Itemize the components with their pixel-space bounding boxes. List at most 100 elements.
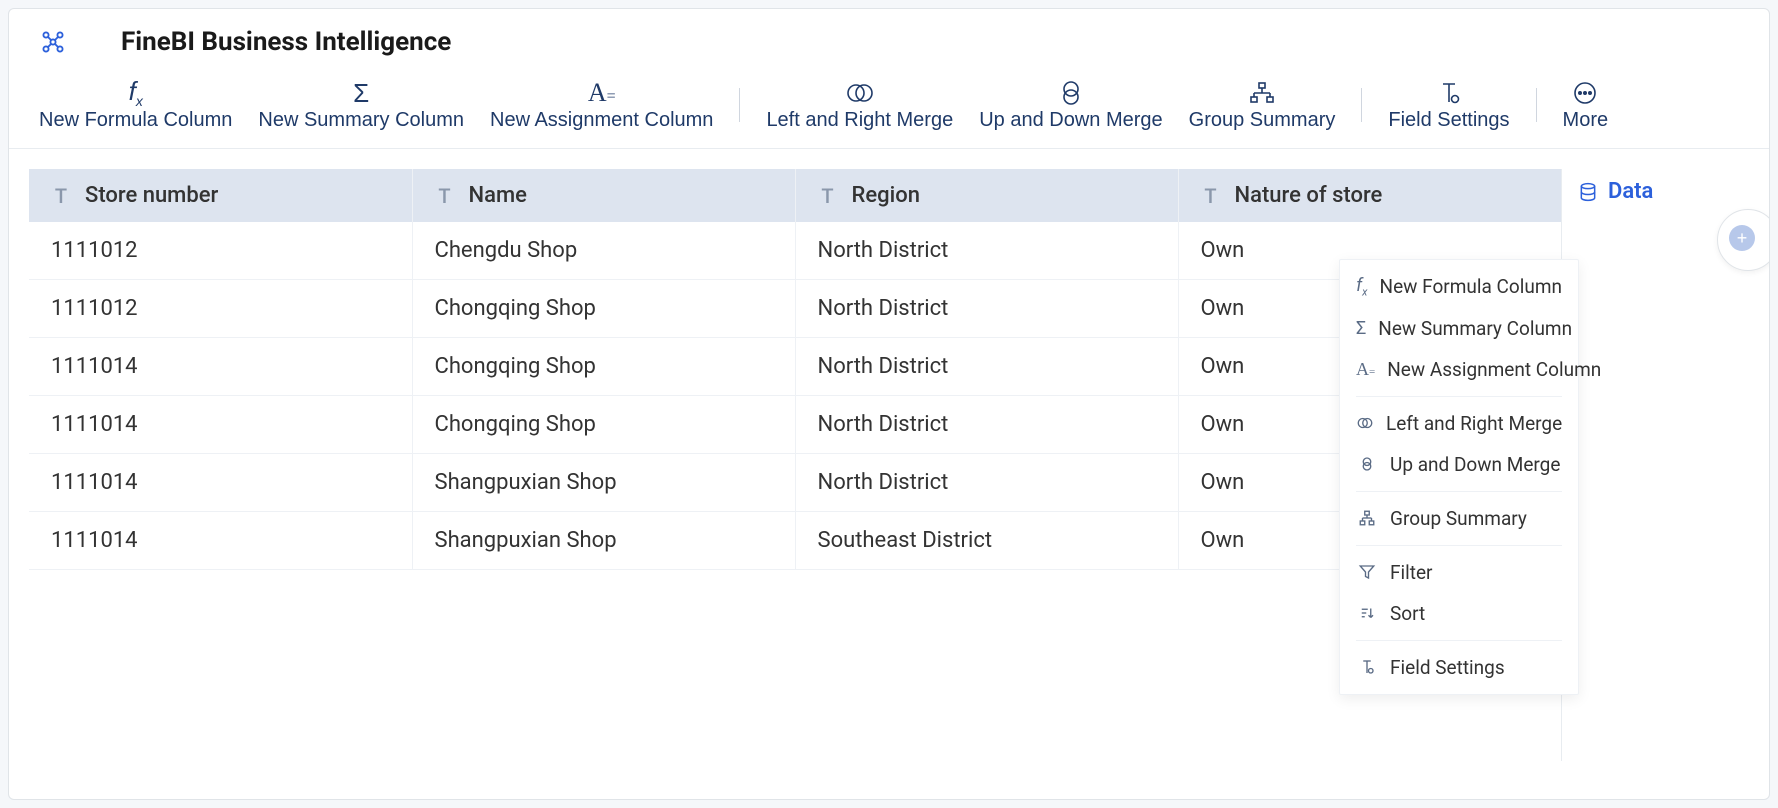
table-cell: Southeast District <box>795 512 1178 570</box>
context-menu-separator <box>1356 396 1562 397</box>
tree-icon <box>1356 509 1378 527</box>
side-panel-title: Data <box>1608 179 1653 204</box>
data-table: T Store number T Name T <box>29 169 1561 570</box>
context-menu-item[interactable]: Group Summary <box>1344 498 1574 539</box>
toolbar-summary-button[interactable]: Σ New Summary Column <box>248 73 474 136</box>
table-cell: 1111012 <box>29 280 412 338</box>
field-settings-icon <box>1436 77 1462 109</box>
context-menu-label: Up and Down Merge <box>1390 453 1560 476</box>
app-logo-icon <box>39 28 67 56</box>
context-menu-separator <box>1356 640 1562 641</box>
toolbar-ud-merge-button[interactable]: Up and Down Merge <box>969 73 1172 136</box>
table-cell: Chongqing Shop <box>412 280 795 338</box>
app-window: FineBI Business Intelligence fx New Form… <box>8 8 1770 800</box>
context-menu-label: Sort <box>1390 602 1425 625</box>
col-header-store-number[interactable]: T Store number <box>29 169 412 222</box>
toolbar-separator <box>1536 88 1537 122</box>
toolbar-separator <box>739 88 740 122</box>
stack-icon <box>1356 455 1378 473</box>
context-menu-label: Filter <box>1390 561 1432 584</box>
toolbar-formula-button[interactable]: fx New Formula Column <box>29 73 242 136</box>
text-type-icon: T <box>818 184 838 208</box>
context-menu-item[interactable]: Left and Right Merge <box>1344 403 1574 444</box>
toolbar-assignment-button[interactable]: A= New Assignment Column <box>480 73 723 136</box>
toolbar-separator <box>1361 88 1362 122</box>
table-cell: Chongqing Shop <box>412 338 795 396</box>
table-cell: Shangpuxian Shop <box>412 512 795 570</box>
filter-icon <box>1356 563 1378 581</box>
table-cell: North District <box>795 280 1178 338</box>
table-row[interactable]: 1111014Chongqing ShopNorth DistrictOwn <box>29 396 1561 454</box>
toolbar: fx New Formula Column Σ New Summary Colu… <box>9 67 1769 149</box>
add-button[interactable]: + <box>1729 225 1755 251</box>
context-menu-label: Left and Right Merge <box>1386 412 1562 435</box>
table-cell: 1111014 <box>29 454 412 512</box>
table-cell: 1111014 <box>29 338 412 396</box>
more-icon <box>1572 77 1598 109</box>
side-panel-header[interactable]: Data <box>1574 173 1749 210</box>
table-cell: 1111014 <box>29 512 412 570</box>
text-type-icon: T <box>51 184 71 208</box>
table-cell: Chongqing Shop <box>412 396 795 454</box>
toolbar-label: Left and Right Merge <box>766 109 953 132</box>
app-title: FineBI Business Intelligence <box>121 27 451 57</box>
toolbar-lr-merge-button[interactable]: Left and Right Merge <box>756 73 963 136</box>
table-cell: North District <box>795 338 1178 396</box>
table-header-row: T Store number T Name T <box>29 169 1561 222</box>
context-menu-separator <box>1356 491 1562 492</box>
context-menu-label: New Summary Column <box>1378 317 1572 340</box>
fx-icon: fx <box>1356 275 1368 299</box>
table-row[interactable]: 1111014Shangpuxian ShopSoutheast Distric… <box>29 512 1561 570</box>
context-menu-item[interactable]: Filter <box>1344 552 1574 593</box>
context-menu-label: Field Settings <box>1390 656 1505 679</box>
table-row[interactable]: 1111012Chengdu ShopNorth DistrictOwn <box>29 222 1561 280</box>
table-cell: Chengdu Shop <box>412 222 795 280</box>
tree-icon <box>1248 77 1276 109</box>
venn-icon <box>845 77 875 109</box>
toolbar-label: More <box>1563 109 1609 132</box>
fx-icon: fx <box>129 77 143 109</box>
context-menu-separator <box>1356 545 1562 546</box>
context-menu-item[interactable]: Σ New Summary Column <box>1344 308 1574 349</box>
table-row[interactable]: 1111012Chongqing ShopNorth DistrictOwn <box>29 280 1561 338</box>
fieldset-icon <box>1356 658 1378 676</box>
stack-icon <box>1059 77 1083 109</box>
toolbar-label: New Assignment Column <box>490 109 713 132</box>
col-label: Name <box>469 183 527 208</box>
table-cell: North District <box>795 454 1178 512</box>
assign-icon: A= <box>1356 359 1375 380</box>
venn-icon <box>1356 414 1374 432</box>
context-menu-item[interactable]: A=New Assignment Column <box>1344 349 1574 390</box>
context-menu-item[interactable]: fxNew Formula Column <box>1344 266 1574 308</box>
table-cell: North District <box>795 396 1178 454</box>
table-cell: 1111012 <box>29 222 412 280</box>
context-menu-label: Group Summary <box>1390 507 1527 530</box>
toolbar-group-summary-button[interactable]: Group Summary <box>1179 73 1346 136</box>
col-label: Nature of store <box>1235 183 1383 208</box>
toolbar-field-settings-button[interactable]: Field Settings <box>1378 73 1519 136</box>
database-icon <box>1578 182 1598 202</box>
sigma-icon: Σ <box>353 77 369 109</box>
table-body: 1111012Chengdu ShopNorth DistrictOwn1111… <box>29 222 1561 570</box>
sigma-icon: Σ <box>1356 318 1366 339</box>
table-cell: Shangpuxian Shop <box>412 454 795 512</box>
context-menu-item[interactable]: Sort <box>1344 593 1574 634</box>
context-menu-label: New Assignment Column <box>1387 358 1601 381</box>
plus-icon: + <box>1737 228 1748 249</box>
table-cell: North District <box>795 222 1178 280</box>
toolbar-label: Up and Down Merge <box>979 109 1162 132</box>
context-menu-item[interactable]: Field Settings <box>1344 647 1574 688</box>
data-table-container: T Store number T Name T <box>29 169 1561 761</box>
table-row[interactable]: 1111014Chongqing ShopNorth DistrictOwn <box>29 338 1561 396</box>
table-row[interactable]: 1111014Shangpuxian ShopNorth DistrictOwn <box>29 454 1561 512</box>
table-cell: 1111014 <box>29 396 412 454</box>
sort-icon <box>1356 604 1378 622</box>
assignment-icon: A= <box>588 77 616 109</box>
col-header-name[interactable]: T Name <box>412 169 795 222</box>
context-menu: fxNew Formula ColumnΣNew Summary ColumnA… <box>1339 259 1579 695</box>
toolbar-more-button[interactable]: More <box>1553 73 1619 136</box>
col-header-region[interactable]: T Region <box>795 169 1178 222</box>
col-header-nature[interactable]: T Nature of store <box>1178 169 1561 222</box>
context-menu-item[interactable]: Up and Down Merge <box>1344 444 1574 485</box>
toolbar-label: New Formula Column <box>39 109 232 132</box>
